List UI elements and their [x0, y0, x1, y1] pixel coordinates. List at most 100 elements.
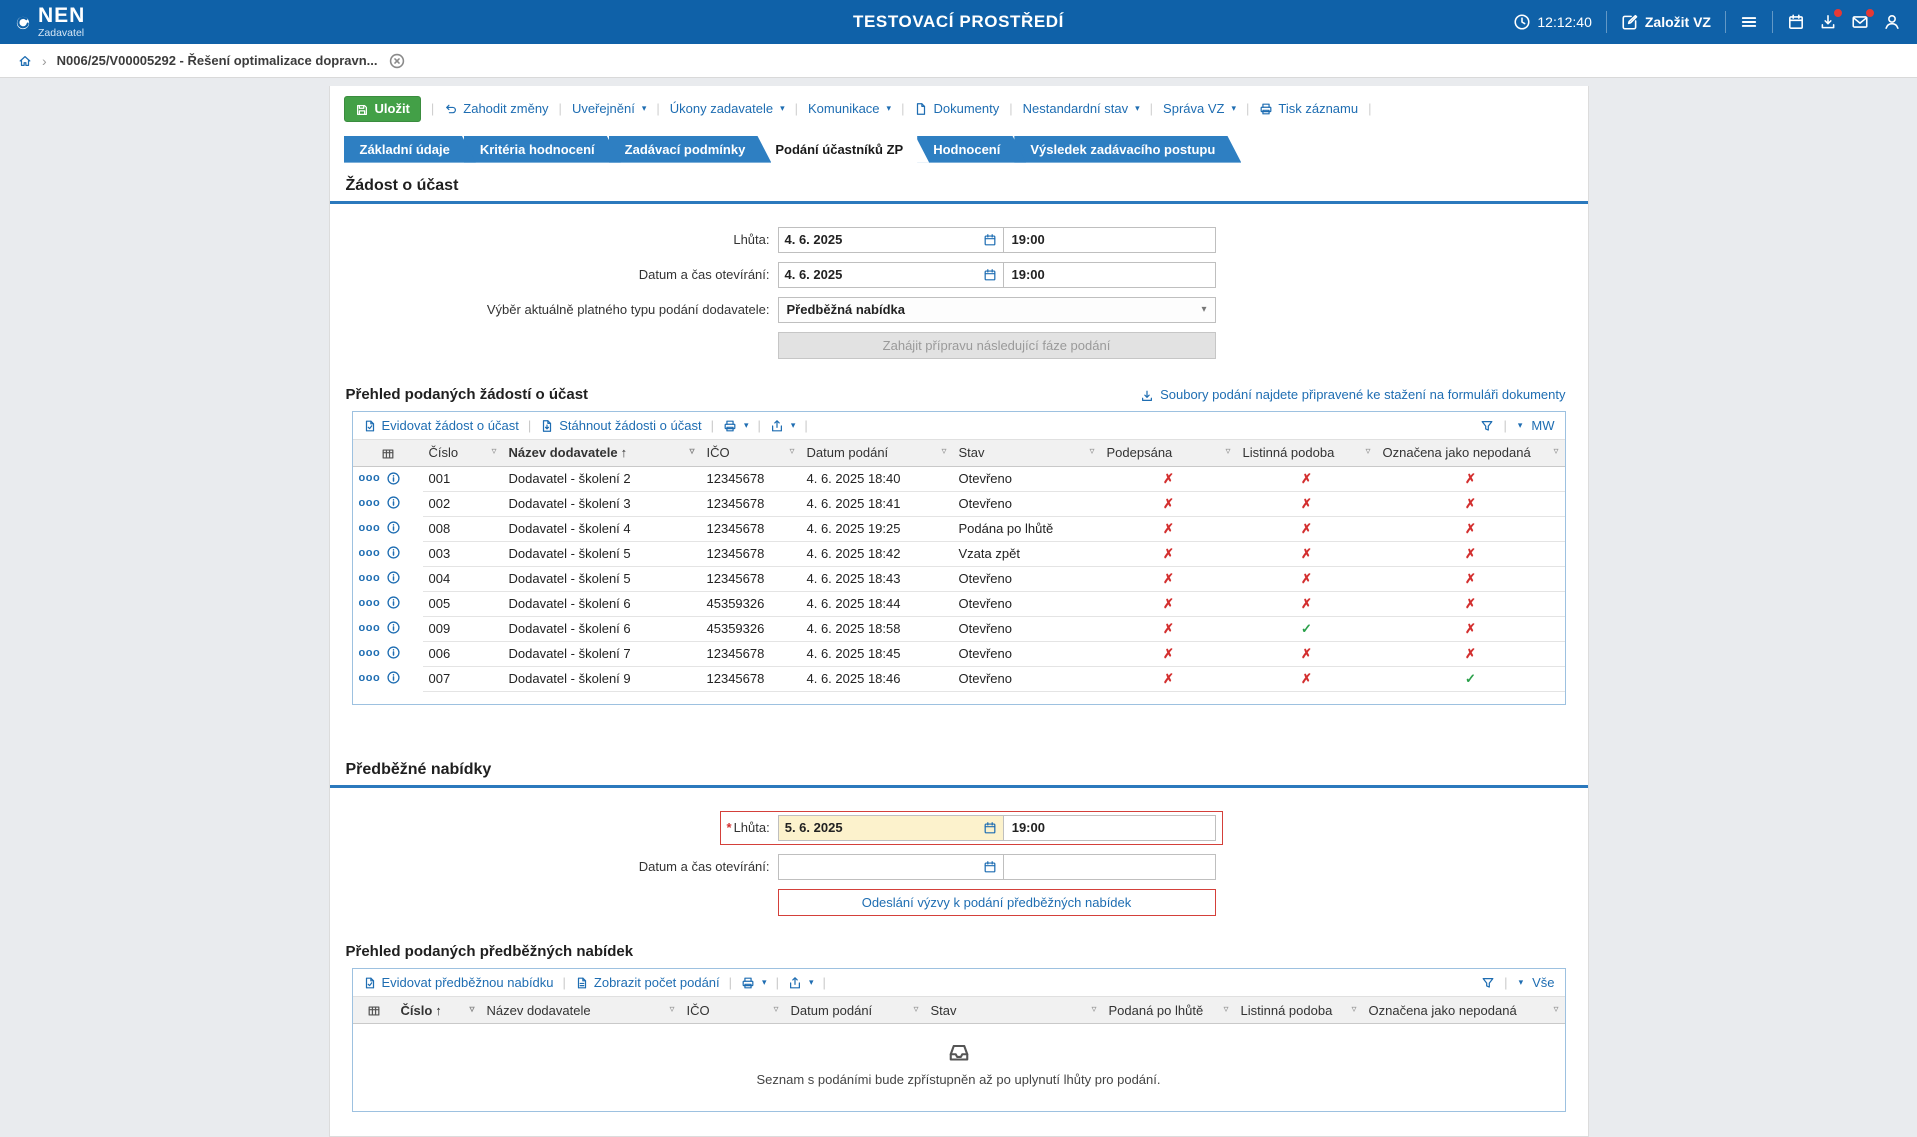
save-button[interactable]: Uložit [344, 96, 421, 122]
info-icon[interactable] [386, 570, 401, 585]
lhuta-time-input[interactable]: 19:00 [1004, 227, 1216, 253]
column-filter-button[interactable]: ▿ [1365, 446, 1370, 457]
row-menu-button[interactable]: ooo [359, 622, 381, 634]
toolbar-item-7[interactable]: Tisk záznamu [1259, 101, 1358, 116]
column-header-0[interactable]: ▿Číslo↑ [395, 997, 481, 1024]
nabidky-otevirani-time-input[interactable] [1004, 854, 1216, 880]
column-filter-button[interactable]: ▿ [1091, 1004, 1096, 1015]
view-selector[interactable]: MW [1531, 418, 1554, 433]
column-filter-button[interactable]: ▿ [1351, 1004, 1356, 1015]
column-header-4[interactable]: ▿Stav [953, 440, 1101, 467]
column-header-3[interactable]: ▿Datum podání [785, 997, 925, 1024]
column-header-6[interactable]: ▿Listinná podoba [1237, 440, 1377, 467]
breadcrumb-record[interactable]: N006/25/V00005292 - Řešení optimalizace … [57, 53, 378, 68]
column-settings-button[interactable] [353, 997, 395, 1024]
column-header-2[interactable]: ▿IČO [701, 440, 801, 467]
column-header-5[interactable]: ▿Podepsána [1101, 440, 1237, 467]
column-filter-button[interactable]: ▿ [1553, 1004, 1558, 1015]
toolbar-item-5[interactable]: Nestandardní stav▾ [1023, 101, 1140, 116]
nabidky-lhuta-time-input[interactable]: 19:00 [1004, 815, 1216, 841]
messages-button[interactable] [1851, 13, 1869, 31]
column-header-7[interactable]: ▿Označena jako nepodaná [1377, 440, 1565, 467]
row-menu-button[interactable]: ooo [359, 647, 381, 659]
close-record-icon[interactable] [388, 52, 406, 70]
column-settings-button[interactable] [353, 440, 423, 467]
row-menu-button[interactable]: ooo [359, 547, 381, 559]
column-filter-button[interactable]: ▿ [941, 446, 946, 457]
info-icon[interactable] [386, 620, 401, 635]
row-menu-button[interactable]: ooo [359, 572, 381, 584]
column-header-4[interactable]: ▿Stav [925, 997, 1103, 1024]
calendar-picker-icon[interactable] [983, 859, 997, 875]
column-filter-button[interactable]: ▿ [1089, 446, 1094, 457]
user-button[interactable] [1883, 13, 1901, 31]
toolbar-item-2[interactable]: Úkony zadavatele▾ [670, 101, 785, 116]
tab-3[interactable]: Podání účastníků ZP [759, 136, 929, 163]
podani-files-link[interactable]: Soubory podání najdete připravené ke sta… [1140, 387, 1565, 403]
home-icon[interactable] [18, 53, 32, 69]
info-icon[interactable] [386, 520, 401, 535]
tab-0[interactable]: Základní údaje [344, 136, 476, 163]
tab-4[interactable]: Hodnocení [917, 136, 1026, 163]
nabidky-lhuta-date-input[interactable]: 5. 6. 2025 [778, 815, 1004, 841]
column-header-5[interactable]: ▿Podaná po lhůtě [1103, 997, 1235, 1024]
row-menu-button[interactable]: ooo [359, 597, 381, 609]
column-filter-button[interactable]: ▿ [1225, 446, 1230, 457]
zobrazit-pocet-button[interactable]: Zobrazit počet podání [575, 975, 720, 991]
lhuta-date-input[interactable]: 4. 6. 2025 [778, 227, 1004, 253]
column-filter-button[interactable]: ▿ [1553, 446, 1558, 457]
column-filter-button[interactable]: ▿ [789, 446, 794, 457]
row-menu-button[interactable]: ooo [359, 497, 381, 509]
column-header-1[interactable]: ▿Název dodavatele [481, 997, 681, 1024]
toolbar-item-1[interactable]: Uveřejnění▾ [572, 101, 646, 116]
typ-podani-select[interactable]: Předběžná nabídka ▾ [778, 297, 1216, 323]
row-menu-button[interactable]: ooo [359, 522, 381, 534]
view-selector-caret[interactable]: ▾ [1518, 420, 1523, 431]
column-header-3[interactable]: ▿Datum podání [801, 440, 953, 467]
info-icon[interactable] [386, 495, 401, 510]
print-button[interactable]: ▾ [741, 975, 767, 991]
column-filter-button[interactable]: ▿ [491, 446, 496, 457]
column-header-0[interactable]: ▿Číslo [423, 440, 503, 467]
toolbar-item-3[interactable]: Komunikace▾ [808, 101, 891, 116]
column-filter-button[interactable]: ▿ [689, 446, 694, 457]
nabidky-otevirani-date-input[interactable] [778, 854, 1004, 880]
column-filter-button[interactable]: ▿ [469, 1004, 474, 1015]
calendar-picker-icon[interactable] [983, 232, 997, 248]
tab-1[interactable]: Kritéria hodnocení [464, 136, 621, 163]
view-selector[interactable]: Vše [1532, 975, 1554, 990]
downloads-button[interactable] [1819, 13, 1837, 31]
column-filter-button[interactable]: ▿ [773, 1004, 778, 1015]
column-header-6[interactable]: ▿Listinná podoba [1235, 997, 1363, 1024]
tab-2[interactable]: Zadávací podmínky [609, 136, 772, 163]
info-icon[interactable] [386, 471, 401, 486]
column-filter-button[interactable]: ▿ [669, 1004, 674, 1015]
column-filter-button[interactable]: ▿ [1223, 1004, 1228, 1015]
info-icon[interactable] [386, 645, 401, 660]
otevirani-time-input[interactable]: 19:00 [1004, 262, 1216, 288]
column-header-7[interactable]: ▿Označena jako nepodaná [1363, 997, 1565, 1024]
toolbar-item-4[interactable]: Dokumenty [914, 101, 999, 116]
view-selector-caret[interactable]: ▾ [1519, 977, 1524, 988]
row-menu-button[interactable]: ooo [359, 472, 381, 484]
toolbar-item-0[interactable]: Zahodit změny [444, 101, 548, 116]
evidovat-nabidku-button[interactable]: Evidovat předběžnou nabídku [363, 975, 554, 991]
next-phase-button[interactable]: Zahájit přípravu následující fáze podání [778, 332, 1216, 359]
info-icon[interactable] [386, 545, 401, 560]
toolbar-item-6[interactable]: Správa VZ▾ [1163, 101, 1236, 116]
evidovat-zadost-button[interactable]: Evidovat žádost o účast [363, 418, 519, 434]
menu-button[interactable] [1740, 13, 1758, 31]
column-header-2[interactable]: ▿IČO [681, 997, 785, 1024]
odeslat-vyzvu-button[interactable]: Odeslání výzvy k podání předběžných nabí… [778, 889, 1216, 916]
column-filter-button[interactable]: ▿ [913, 1004, 918, 1015]
row-menu-button[interactable]: ooo [359, 672, 381, 684]
tab-5[interactable]: Výsledek zadávacího postupu [1014, 136, 1241, 163]
calendar-picker-icon[interactable] [983, 820, 997, 836]
otevirani-date-input[interactable]: 4. 6. 2025 [778, 262, 1004, 288]
nen-logo[interactable]: NEN Zadavatel [16, 5, 85, 39]
info-icon[interactable] [386, 670, 401, 685]
info-icon[interactable] [386, 595, 401, 610]
calendar-button[interactable] [1787, 13, 1805, 31]
filter-button[interactable] [1480, 418, 1494, 434]
filter-button[interactable] [1481, 975, 1495, 991]
